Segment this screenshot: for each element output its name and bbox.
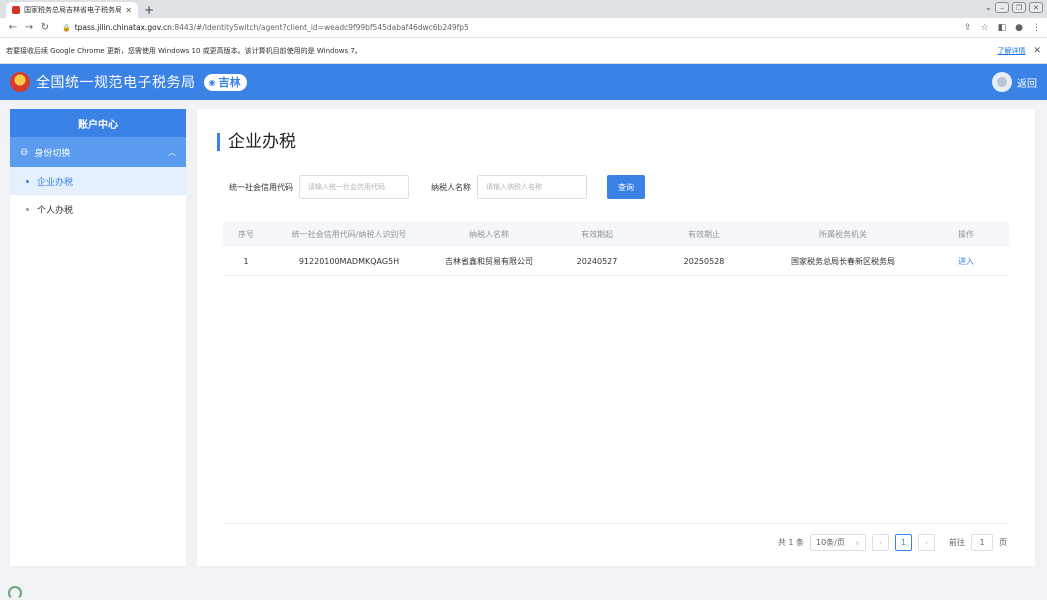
switch-identity-icon: ⊖ <box>20 146 29 158</box>
minimize-button[interactable]: – <box>995 2 1009 13</box>
update-infobar: 若要接收后续 Google Chrome 更新，您需使用 Windows 10 … <box>0 38 1047 64</box>
query-button[interactable]: 查询 <box>607 175 645 199</box>
page-suffix: 页 <box>999 538 1007 547</box>
page-size-select[interactable]: 10条/页 ∨ <box>810 534 866 551</box>
app-header: 全国统一规范电子税务局 ◉ 吉林 返回 <box>0 64 1047 100</box>
header-right: 返回 <box>992 72 1037 92</box>
col-header-taxpayer-name: 纳税人名称 <box>469 229 509 239</box>
table-row: 1 91220100MADMKQAG5H 吉林省鑫和贸易有限公司 2024052… <box>223 247 1009 276</box>
share-icon[interactable]: ⇪ <box>964 23 972 33</box>
toolbar-actions: ⇪ ☆ ◧ ● ⋮ <box>964 23 1041 33</box>
search-form: 统一社会信用代码 请输入统一社会信用代码 纳税人名称 请输入纳税人名称 查询 <box>229 175 645 199</box>
enter-link[interactable]: 进入 <box>923 256 1009 267</box>
taxpayer-table: 序号 统一社会信用代码/纳税人识别号 纳税人名称 有效期起 有效期止 所属税务机… <box>223 221 1009 276</box>
cell-taxpayer-name: 吉林省鑫和贸易有限公司 <box>445 256 533 266</box>
tab-close-icon[interactable]: ✕ <box>125 6 132 15</box>
bullet-icon <box>26 207 29 211</box>
browser-toolbar: ← → ↻ 🔒 tpass.jilin.chinatax.gov.cn:8443… <box>0 18 1047 38</box>
col-header-tax-authority: 所属税务机关 <box>819 229 867 239</box>
user-icon <box>997 77 1007 87</box>
url-path: :8443/#/IdentitySwitch/agent?client_id=w… <box>171 23 469 32</box>
user-avatar[interactable] <box>992 72 1012 92</box>
cell-valid-to: 20250528 <box>683 256 725 266</box>
profile-icon[interactable]: ● <box>1015 23 1023 33</box>
col-header-credit-code: 统一社会信用代码/纳税人识别号 <box>291 229 407 239</box>
tax-emblem-icon <box>10 72 30 92</box>
col-header-index: 序号 <box>238 229 254 239</box>
footer-logo-icon <box>8 586 22 600</box>
learn-more-link[interactable]: 了解详情 <box>997 46 1025 56</box>
cell-credit-code: 91220100MADMKQAG5H <box>298 256 400 266</box>
address-bar[interactable]: 🔒 tpass.jilin.chinatax.gov.cn:8443/#/Ide… <box>58 20 964 36</box>
side-panel-icon[interactable]: ◧ <box>998 23 1007 33</box>
bullet-icon <box>26 179 29 183</box>
page-size-value: 10条/页 <box>816 538 845 547</box>
table-header: 序号 统一社会信用代码/纳税人识别号 纳税人名称 有效期起 有效期止 所属税务机… <box>223 221 1009 247</box>
app-title: 全国统一规范电子税务局 <box>36 75 196 91</box>
tab-title: 国家税务总局吉林省电子税务局 <box>24 6 122 14</box>
menu-kebab-icon[interactable]: ⋮ <box>1032 23 1041 33</box>
tab-search-icon[interactable]: ⌄ <box>984 3 992 13</box>
main-area: 账户中心 ⊖ 身份切换 ︿ 企业办税 个人办税 企业办税 统一社会信用代码 请输… <box>10 109 1035 566</box>
credit-code-input[interactable]: 请输入统一社会信用代码 <box>299 175 409 199</box>
prev-page-button[interactable]: ‹ <box>872 534 889 551</box>
url-host: tpass.jilin.chinatax.gov.cn <box>74 23 172 32</box>
taxpayer-name-label: 纳税人名称 <box>431 182 471 192</box>
content-panel: 企业办税 统一社会信用代码 请输入统一社会信用代码 纳税人名称 请输入纳税人名称… <box>197 109 1035 566</box>
new-tab-button[interactable]: + <box>144 3 154 17</box>
page-title: 企业办税 <box>217 133 296 151</box>
next-page-button[interactable]: › <box>918 534 935 551</box>
sidebar-item-enterprise[interactable]: 企业办税 <box>10 167 186 195</box>
sidebar-item-label: 企业办税 <box>37 177 74 188</box>
table-divider <box>223 523 1009 524</box>
site-favicon-icon <box>12 6 20 14</box>
lock-icon: 🔒 <box>62 23 71 32</box>
page-number-button[interactable]: 1 <box>895 534 912 551</box>
sidebar: 账户中心 ⊖ 身份切换 ︿ 企业办税 个人办税 <box>10 109 186 566</box>
region-label: 吉林 <box>218 76 241 89</box>
chevron-up-icon: ︿ <box>168 147 176 157</box>
chevron-down-icon: ∨ <box>854 538 860 547</box>
sidebar-group-label: 身份切换 <box>34 148 71 159</box>
infobar-close-icon[interactable]: ✕ <box>1033 46 1041 56</box>
goto-page-input[interactable]: 1 <box>971 534 993 551</box>
region-selector[interactable]: ◉ 吉林 <box>203 73 248 91</box>
cell-tax-authority: 国家税务总局长春新区税务局 <box>791 256 895 266</box>
sidebar-group-identity-switch[interactable]: ⊖ 身份切换 ︿ <box>10 137 186 167</box>
cell-valid-from: 20240527 <box>576 256 618 266</box>
total-count: 共 1 条 <box>777 538 804 547</box>
window-controls: ⌄ – ❐ ✕ <box>984 2 1043 13</box>
infobar-message: 若要接收后续 Google Chrome 更新，您需使用 Windows 10 … <box>6 46 362 55</box>
sidebar-item-personal[interactable]: 个人办税 <box>10 195 186 223</box>
sidebar-title: 账户中心 <box>10 109 186 137</box>
forward-arrow-icon[interactable]: → <box>22 22 36 33</box>
col-header-valid-to: 有效期止 <box>688 229 720 239</box>
location-pin-icon: ◉ <box>208 77 216 87</box>
browser-tab[interactable]: 国家税务总局吉林省电子税务局 ✕ <box>6 2 138 18</box>
goto-label: 前往 <box>949 538 965 547</box>
browser-tab-bar: 国家税务总局吉林省电子税务局 ✕ + ⌄ – ❐ ✕ <box>0 0 1047 18</box>
pagination: 共 1 条 10条/页 ∨ ‹ 1 › 前往 1 页 <box>778 534 1007 551</box>
sidebar-item-label: 个人办税 <box>37 205 74 216</box>
col-header-action: 操作 <box>958 229 974 239</box>
back-link[interactable]: 返回 <box>1017 75 1037 90</box>
restore-button[interactable]: ❐ <box>1012 2 1026 13</box>
close-window-button[interactable]: ✕ <box>1029 2 1043 13</box>
bookmark-star-icon[interactable]: ☆ <box>981 23 989 33</box>
col-header-valid-from: 有效期起 <box>581 229 613 239</box>
reload-icon[interactable]: ↻ <box>38 22 52 33</box>
back-arrow-icon[interactable]: ← <box>6 22 20 33</box>
taxpayer-name-input[interactable]: 请输入纳税人名称 <box>477 175 587 199</box>
credit-code-label: 统一社会信用代码 <box>229 182 293 192</box>
cell-index: 1 <box>243 256 249 266</box>
